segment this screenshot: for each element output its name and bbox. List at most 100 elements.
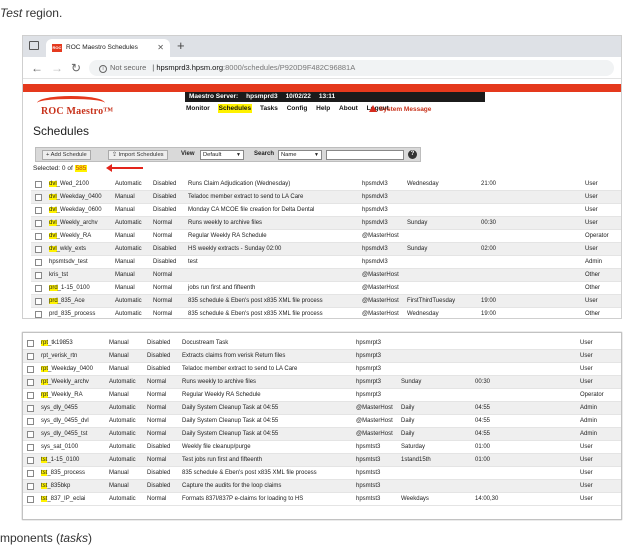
- search-input[interactable]: [326, 150, 404, 160]
- table-row[interactable]: rpt_Weekly_archv Automatic Normal Runs week…: [23, 376, 621, 389]
- row-checkbox[interactable]: [35, 194, 42, 201]
- table-row[interactable]: tst_1-15_0100 Automatic Normal Test jobs ru…: [23, 454, 621, 467]
- schedule-name[interactable]: sys_sat_0100: [41, 444, 78, 450]
- table-row[interactable]: prd_835_process Automatic Normal 835 schedu…: [31, 308, 621, 318]
- window-menu-icon[interactable]: [29, 41, 39, 50]
- row-checkbox[interactable]: [27, 366, 34, 373]
- menu-about[interactable]: About: [338, 104, 359, 113]
- table-row[interactable]: sys_dly_0455_tst Automatic Normal Daily Sys…: [23, 428, 621, 441]
- reload-icon[interactable]: ↻: [71, 61, 81, 75]
- schedule-name[interactable]: dvl_Weekday_0600: [49, 207, 102, 213]
- schedule-name[interactable]: prd_835_Ace: [49, 298, 85, 304]
- table-row[interactable]: tst_835bkp Manual Disabled Capture the audi…: [23, 480, 621, 493]
- row-checkbox[interactable]: [35, 207, 42, 214]
- table-row[interactable]: hpsmtsdv_test Manual Disabled test hpsmdvl3 A…: [31, 256, 621, 269]
- schedule-name[interactable]: rpt_Weekly_RA: [41, 392, 83, 398]
- table-row[interactable]: kris_tst Manual Normal @MasterHost Other: [31, 269, 621, 282]
- help-icon[interactable]: ?: [408, 150, 417, 159]
- table-row[interactable]: rpt_verisk_rtn Manual Disabled Extracts cla…: [23, 350, 621, 363]
- table-row[interactable]: rpt_tk19853 Manual Disabled Docustream Task…: [23, 337, 621, 350]
- row-checkbox[interactable]: [35, 311, 42, 318]
- url-field[interactable]: i Not secure | hpsmprd3.hpsm.org:8000/sche…: [89, 60, 614, 76]
- table-row[interactable]: dvl_Weekday_0600 Manual Disabled Monday CA …: [31, 204, 621, 217]
- schedule-name[interactable]: rpt_Weekday_0400: [41, 366, 93, 372]
- back-icon[interactable]: ←: [31, 61, 43, 75]
- brand-stripe: [23, 84, 621, 92]
- schedule-name[interactable]: sys_dly_0455: [41, 405, 78, 411]
- row-checkbox[interactable]: [27, 483, 34, 490]
- schedule-name[interactable]: sys_dly_0455_dvl: [41, 418, 89, 424]
- row-checkbox[interactable]: [27, 431, 34, 438]
- row-checkbox[interactable]: [35, 272, 42, 279]
- table-row[interactable]: rpt_Weekday_0400 Manual Disabled Teladoc me…: [23, 363, 621, 376]
- schedule-name[interactable]: tst_837_IP_eclai: [41, 496, 85, 502]
- menu-monitor[interactable]: Monitor: [185, 104, 211, 113]
- table-row[interactable]: sys_dly_0455 Automatic Normal Daily System …: [23, 402, 621, 415]
- schedule-name[interactable]: kris_tst: [49, 272, 68, 278]
- row-checkbox[interactable]: [35, 220, 42, 227]
- schedule-name[interactable]: tst_1-15_0100: [41, 457, 79, 463]
- info-icon[interactable]: i: [99, 65, 107, 73]
- schedule-time: 00:30: [481, 220, 497, 226]
- menu-schedules[interactable]: Schedules: [217, 104, 253, 113]
- table-row[interactable]: dvl_Weekday_0400 Manual Disabled Teladoc me…: [31, 191, 621, 204]
- table-row[interactable]: prd_835_Ace Automatic Normal 835 schedule &…: [31, 295, 621, 308]
- menu-help[interactable]: Help: [315, 104, 331, 113]
- table-row[interactable]: tst_835_process Manual Disabled 835 schedul…: [23, 467, 621, 480]
- menu-config[interactable]: Config: [286, 104, 309, 113]
- schedule-host: hpsmrpt3: [356, 353, 382, 359]
- schedule-type: Automatic: [109, 379, 136, 385]
- app-header: ROC Maestro™ Maestro Server: hpsmprd3 10/0…: [23, 92, 621, 126]
- schedule-name[interactable]: rpt_Weekly_archv: [41, 379, 89, 385]
- view-select[interactable]: Default ▼: [200, 150, 244, 160]
- row-checkbox[interactable]: [35, 259, 42, 266]
- menu-tasks[interactable]: Tasks: [259, 104, 279, 113]
- schedule-name[interactable]: prd_1-15_0100: [49, 285, 90, 291]
- row-checkbox[interactable]: [27, 444, 34, 451]
- row-checkbox[interactable]: [35, 181, 42, 188]
- schedule-name[interactable]: dvl_wkly_exts: [49, 246, 86, 252]
- row-checkbox[interactable]: [27, 457, 34, 464]
- row-checkbox[interactable]: [27, 392, 34, 399]
- schedule-name[interactable]: tst_835_process: [41, 470, 85, 476]
- add-schedule-button[interactable]: + Add Schedule: [42, 150, 91, 160]
- schedule-name[interactable]: dvl_Weekday_0400: [49, 194, 102, 200]
- table-row[interactable]: prd_1-15_0100 Manual Normal jobs run first …: [31, 282, 621, 295]
- system-message-link[interactable]: System Message: [369, 105, 431, 113]
- table-row[interactable]: sys_sat_0100 Automatic Disabled Weekly file…: [23, 441, 621, 454]
- row-checkbox[interactable]: [27, 379, 34, 386]
- table-row[interactable]: dvl_wkly_exts Automatic Disabled HS weekly …: [31, 243, 621, 256]
- import-schedules-button[interactable]: ⇪ Import Schedules: [108, 150, 168, 160]
- schedule-name[interactable]: dvl_Weekly_archv: [49, 220, 98, 226]
- row-checkbox[interactable]: [35, 233, 42, 240]
- row-checkbox[interactable]: [35, 285, 42, 292]
- search-field-select[interactable]: Name ▼: [278, 150, 322, 160]
- table-row[interactable]: sys_dly_0455_dvl Automatic Normal Daily Sys…: [23, 415, 621, 428]
- row-checkbox[interactable]: [35, 246, 42, 253]
- row-checkbox[interactable]: [27, 470, 34, 477]
- row-checkbox[interactable]: [27, 405, 34, 412]
- table-row[interactable]: dvl_Wed_2100 Automatic Disabled Runs Claim …: [31, 178, 621, 191]
- schedule-name[interactable]: sys_dly_0455_tst: [41, 431, 87, 437]
- schedule-name[interactable]: tst_835bkp: [41, 483, 70, 489]
- schedule-status: Disabled: [147, 366, 171, 372]
- row-checkbox[interactable]: [27, 418, 34, 425]
- schedule-name[interactable]: dvl_Wed_2100: [49, 181, 89, 187]
- schedule-name[interactable]: hpsmtsdv_test: [49, 259, 88, 265]
- schedule-name[interactable]: rpt_verisk_rtn: [41, 353, 77, 359]
- table-row[interactable]: dvl_Weekly_archv Automatic Normal Runs week…: [31, 217, 621, 230]
- schedule-name[interactable]: prd_835_process: [49, 311, 95, 317]
- browser-tab[interactable]: ROC ROC Maestro Schedules ✕: [46, 39, 170, 57]
- row-checkbox[interactable]: [27, 353, 34, 360]
- schedule-name[interactable]: rpt_tk19853: [41, 340, 73, 346]
- schedule-name[interactable]: dvl_Weekly_RA: [49, 233, 91, 239]
- row-checkbox[interactable]: [27, 340, 34, 347]
- row-checkbox[interactable]: [35, 298, 42, 305]
- close-tab-icon[interactable]: ✕: [157, 43, 164, 52]
- new-tab-icon[interactable]: +: [177, 38, 185, 53]
- forward-icon[interactable]: →: [51, 61, 63, 75]
- table-row[interactable]: tst_837_IP_eclai Automatic Normal Formats 8…: [23, 493, 621, 506]
- table-row[interactable]: rpt_Weekly_RA Manual Normal Regular Weekly …: [23, 389, 621, 402]
- row-checkbox[interactable]: [27, 496, 34, 503]
- table-row[interactable]: dvl_Weekly_RA Manual Normal Regular Weekly …: [31, 230, 621, 243]
